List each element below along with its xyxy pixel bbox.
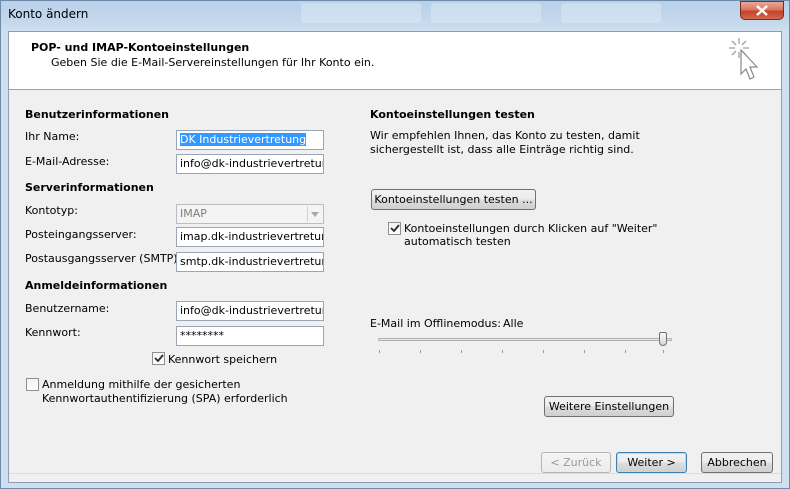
slider-tick xyxy=(420,350,421,353)
cancel-button[interactable]: Abbrechen xyxy=(701,452,773,473)
auto-test-label-line2: automatisch testen xyxy=(404,235,511,248)
dialog-window: Konto ändern POP- und IMAP-Kontoeinstell… xyxy=(0,0,790,489)
checkmark-icon xyxy=(153,354,164,363)
test-description-line1: Wir empfehlen Ihnen, das Konto zu testen… xyxy=(370,129,640,142)
account-type-select: IMAP xyxy=(176,204,324,224)
background-ghost xyxy=(301,3,421,23)
auto-test-label-line1: Kontoeinstellungen durch Klicken auf "We… xyxy=(404,222,658,235)
more-settings-button[interactable]: Weitere Einstellungen xyxy=(544,396,674,417)
close-icon xyxy=(756,5,768,16)
name-input[interactable]: DK Industrievertretung xyxy=(176,130,324,150)
test-account-settings-button[interactable]: Kontoeinstellungen testen ... xyxy=(371,189,536,210)
spa-checkbox[interactable] xyxy=(26,378,39,391)
login-info-heading: Anmeldeinformationen xyxy=(25,279,168,292)
account-type-label: Kontotyp: xyxy=(25,204,78,217)
dialog-header: POP- und IMAP-Kontoeinstellungen Geben S… xyxy=(9,32,781,90)
background-ghost xyxy=(561,3,661,23)
email-input[interactable]: info@dk-industrievertretung xyxy=(176,154,324,174)
cursor-sparkle-icon xyxy=(729,38,759,80)
checkmark-icon xyxy=(389,224,400,233)
offline-mode-slider-thumb[interactable] xyxy=(659,332,667,346)
remember-password-label: Kennwort speichern xyxy=(168,353,278,366)
server-info-heading: Serverinformationen xyxy=(25,181,154,194)
spa-label-line2: Kennwortauthentifizierung (SPA) erforder… xyxy=(42,392,288,405)
slider-tick xyxy=(502,350,503,353)
user-info-heading: Benutzerinformationen xyxy=(25,108,170,121)
close-button[interactable] xyxy=(740,1,784,20)
account-type-value: IMAP xyxy=(180,207,207,220)
password-input[interactable]: ******** xyxy=(176,326,324,346)
dialog-client-area: POP- und IMAP-Kontoeinstellungen Geben S… xyxy=(8,31,782,483)
slider-tick xyxy=(584,350,585,353)
username-input[interactable]: info@dk-industrievertretung xyxy=(176,301,324,321)
incoming-server-label: Posteingangsserver: xyxy=(25,228,137,241)
outgoing-server-label: Postausgangsserver (SMTP): xyxy=(25,252,182,265)
title-bar[interactable]: Konto ändern xyxy=(1,1,789,29)
window-title: Konto ändern xyxy=(8,7,89,21)
auto-test-checkbox[interactable] xyxy=(388,222,401,235)
slider-tick xyxy=(663,350,664,353)
chevron-down-icon xyxy=(311,211,319,217)
email-label: E-Mail-Adresse: xyxy=(25,155,110,168)
incoming-server-input[interactable]: imap.dk-industrievertretung xyxy=(176,227,324,247)
footer-divider xyxy=(9,473,781,474)
back-button[interactable]: < Zurück xyxy=(541,452,611,473)
username-label: Benutzername: xyxy=(25,302,110,315)
name-label: Ihr Name: xyxy=(25,130,80,143)
next-button[interactable]: Weiter > xyxy=(616,452,687,473)
background-ghost xyxy=(431,3,541,23)
password-label: Kennwort: xyxy=(25,326,81,339)
outgoing-server-input[interactable]: smtp.dk-industrievertretung xyxy=(176,252,324,272)
test-settings-heading: Kontoeinstellungen testen xyxy=(370,108,535,121)
offline-mode-value: Alle xyxy=(503,317,524,330)
slider-tick xyxy=(625,350,626,353)
name-value: DK Industrievertretung xyxy=(180,133,307,146)
dropdown-arrow xyxy=(307,206,322,222)
remember-password-checkbox[interactable] xyxy=(152,352,165,365)
slider-tick xyxy=(543,350,544,353)
slider-tick xyxy=(379,350,380,353)
offline-mode-label: E-Mail im Offlinemodus: xyxy=(370,317,501,330)
header-subtitle: Geben Sie die E-Mail-Servereinstellungen… xyxy=(51,56,375,69)
slider-tick xyxy=(461,350,462,353)
test-description-line2: sichergestellt ist, dass alle Einträge r… xyxy=(370,143,634,156)
header-title: POP- und IMAP-Kontoeinstellungen xyxy=(31,41,250,54)
offline-mode-slider-track[interactable] xyxy=(378,338,672,341)
spa-label-line1: Anmeldung mithilfe der gesicherten xyxy=(42,378,241,391)
